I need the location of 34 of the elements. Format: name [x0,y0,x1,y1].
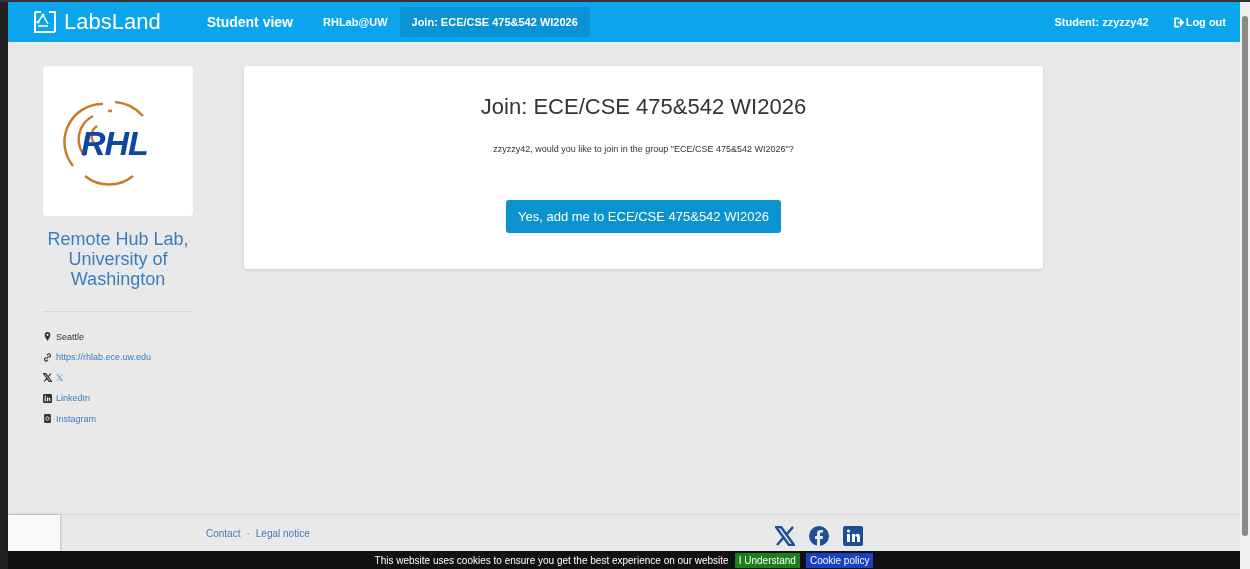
card-title: Join: ECE/CSE 475&542 WI2026 [480,94,807,120]
linkedin-icon [43,393,52,403]
footer-link[interactable]: Legal notice [255,527,310,539]
sidebar-link[interactable]: 𝕏 [56,372,63,383]
linkedin-icon[interactable] [842,526,863,546]
recaptcha-badge [8,515,60,551]
logout-link[interactable]: Log out [1172,16,1226,28]
logo-text: RHL [81,124,148,163]
instagram-icon [43,414,52,424]
nav-link[interactable]: Join: ECE/CSE 475&542 WI2026 [399,7,590,37]
sidebar-link[interactable]: Instagram [56,413,97,424]
x-logo-icon [43,373,52,383]
lab-name: Remote Hub Lab, University of Washington [46,230,190,290]
accept-button[interactable]: I Understand [734,552,800,568]
sidebar-link[interactable]: https://rhlab.ece.uw.edu [56,352,152,363]
nav-link[interactable]: Student view [194,5,305,39]
join-button[interactable]: Yes, add me to ECE/CSE 475&542 WI2026 [506,200,781,233]
cookie-message: This website uses cookies to ensure you get the best experience on our website [374,554,729,566]
join-question: zzyzzy42, would you like to join in the group "ECE/CSE 475&542 WI2026"? [493,144,794,154]
brand-name[interactable]: LabsLand [64,9,161,35]
logout-icon [1172,16,1184,28]
cookie-policy-button[interactable]: Cookie policy [805,552,874,568]
x-logo-icon[interactable] [774,526,795,546]
city-label: Seattle [56,331,85,342]
footer-link[interactable]: Contact [206,527,241,539]
facebook-icon[interactable] [808,526,829,546]
sidebar-link[interactable]: LinkedIn [56,393,91,404]
link-icon [43,352,52,362]
labsland-logo-icon [32,10,58,34]
separator-dot: · [246,527,250,539]
map-pin-icon [43,332,52,342]
nav-link[interactable]: RHLab@UW [311,7,400,37]
scrollbar-thumb[interactable] [1242,16,1248,536]
student-name: Student: zzyzzy42 [1054,16,1149,28]
